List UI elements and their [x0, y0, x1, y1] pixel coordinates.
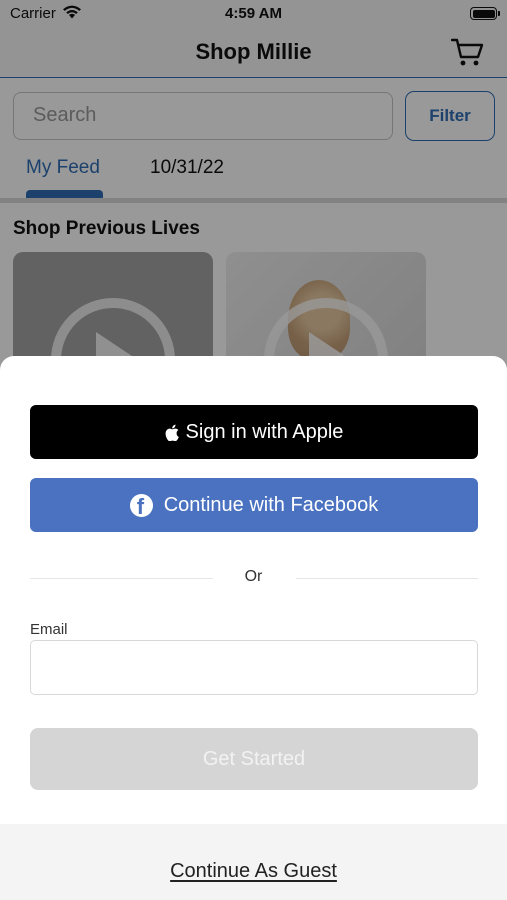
email-field[interactable] — [30, 640, 478, 695]
apple-icon — [165, 424, 179, 441]
guest-footer: Continue As Guest — [0, 824, 507, 900]
continue-as-guest-link[interactable]: Continue As Guest — [0, 860, 507, 883]
continue-facebook-button[interactable]: f Continue with Facebook — [30, 478, 478, 532]
sign-in-sheet: Sign in with Apple f Continue with Faceb… — [0, 356, 507, 900]
sign-in-apple-label: Sign in with Apple — [185, 420, 344, 443]
divider-text: Or — [244, 568, 263, 585]
get-started-button[interactable]: Get Started — [30, 728, 478, 790]
divider-line — [296, 578, 478, 579]
sign-in-apple-button[interactable]: Sign in with Apple — [30, 405, 478, 459]
email-label: Email — [30, 621, 68, 638]
continue-facebook-label: Continue with Facebook — [163, 493, 379, 516]
facebook-icon: f — [129, 493, 153, 517]
